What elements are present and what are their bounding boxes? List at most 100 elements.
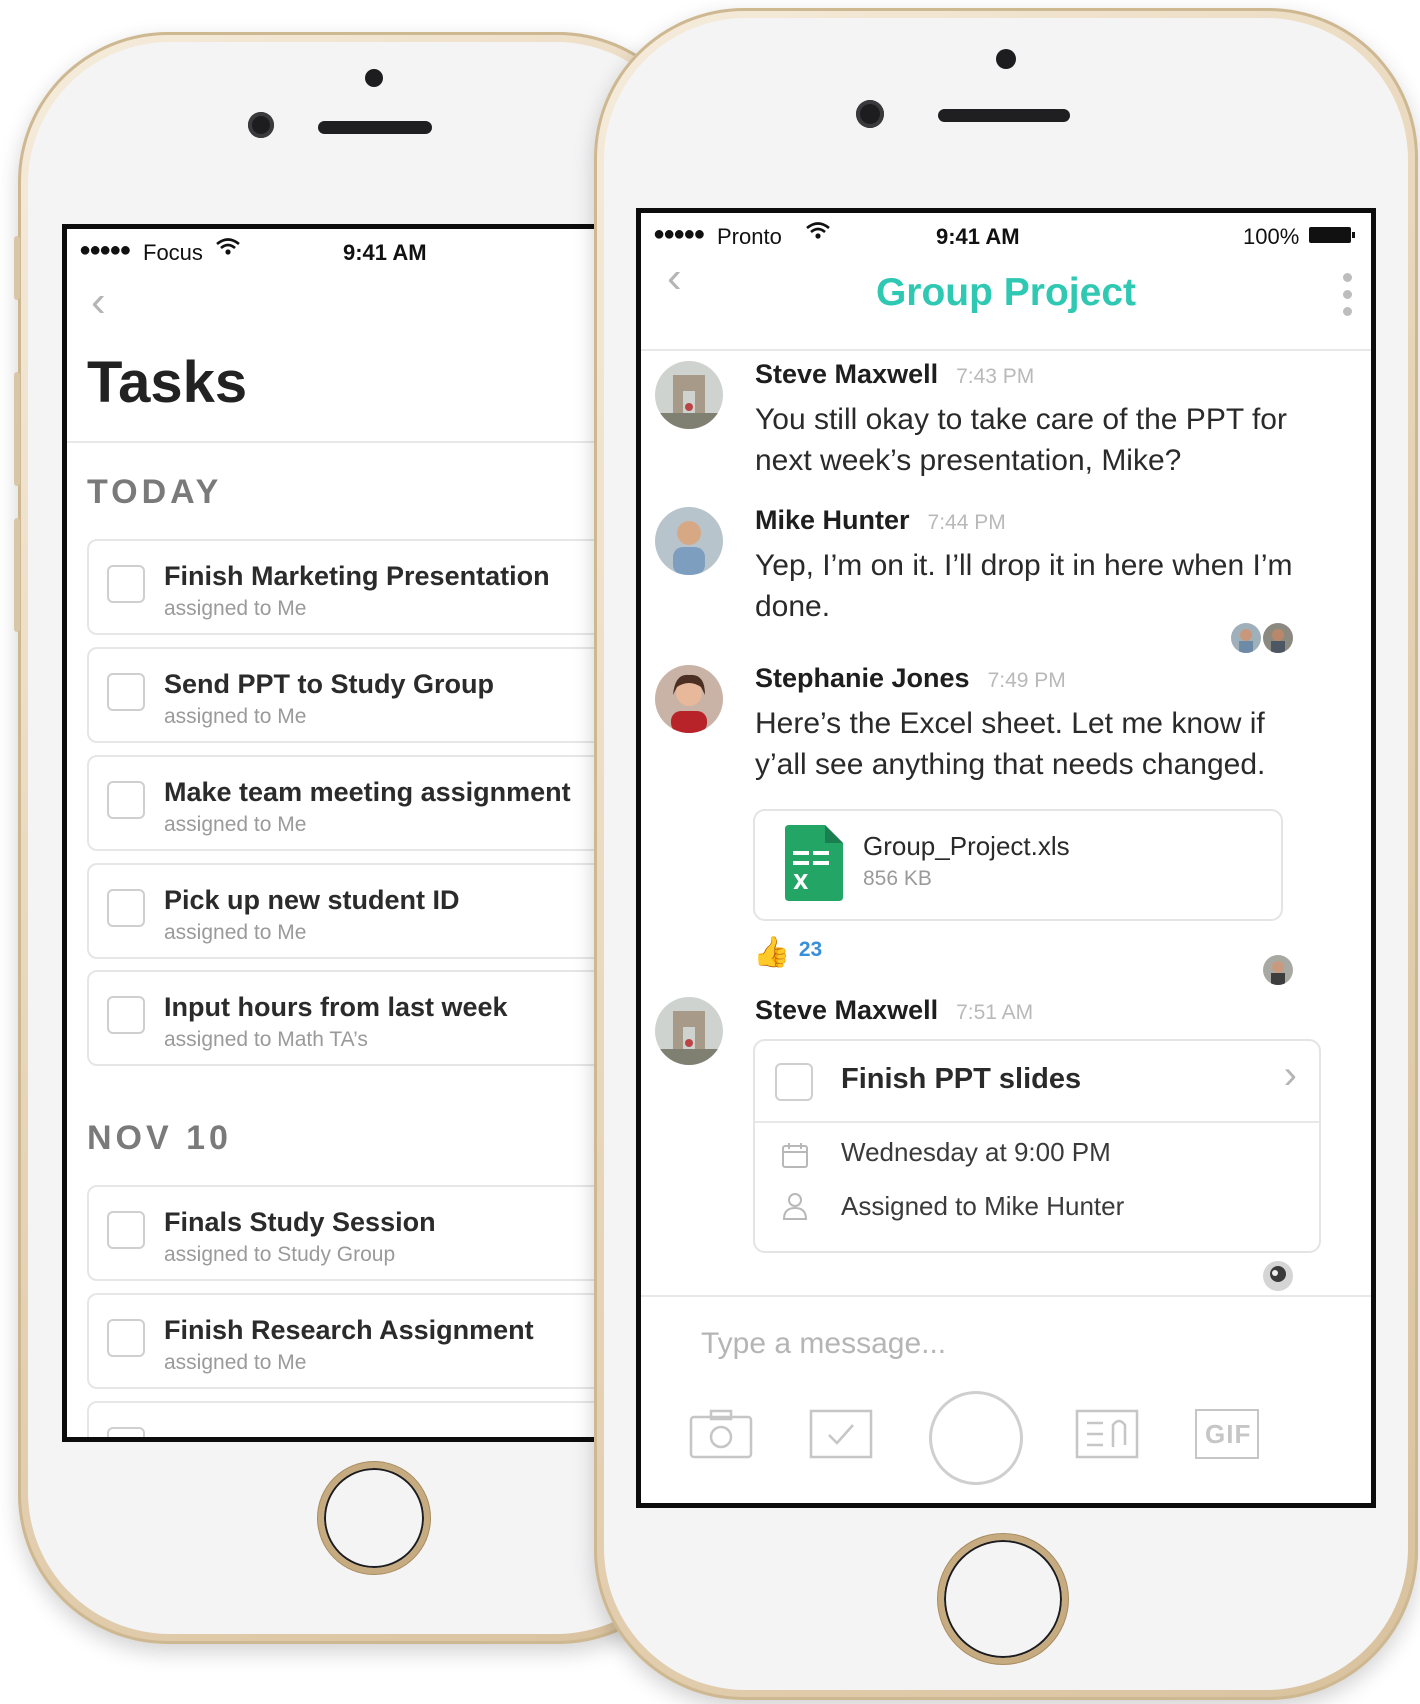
task-item-partial[interactable]: [87, 1401, 607, 1437]
task-assignee: assigned to Me: [164, 921, 307, 944]
chat-screen: ●●●●● Pronto 9:41 AM 100% ‹ Group Projec…: [636, 208, 1376, 1508]
task-title: Input hours from last week: [164, 992, 508, 1022]
task-title: Pick up new student ID: [164, 885, 460, 915]
spreadsheet-file-icon: X: [785, 825, 843, 901]
task-title: Finals Study Session: [164, 1207, 436, 1237]
task-item[interactable]: Pick up new student ID assigned to Me: [87, 863, 607, 959]
task-checkbox[interactable]: [107, 673, 145, 711]
task-checkbox[interactable]: [107, 565, 145, 603]
message-input[interactable]: Type a message...: [701, 1327, 946, 1361]
message-time: 7:44 PM: [927, 511, 1006, 534]
read-receipt-avatar: [1263, 1261, 1293, 1291]
mute-switch[interactable]: [14, 236, 20, 300]
task-assignee: assigned to Me: [164, 597, 307, 620]
task-assignee: assigned to Me: [164, 705, 307, 728]
task-title: Finish Marketing Presentation: [164, 561, 550, 591]
attachment-icon[interactable]: [1075, 1409, 1139, 1459]
avatar[interactable]: [655, 361, 723, 429]
reaction-count: 23: [798, 938, 823, 961]
gif-label: GIF: [1205, 1419, 1252, 1449]
task-divider: [755, 1121, 1319, 1123]
signal-strength: ●●●●●: [79, 239, 131, 261]
sender-name: Steve Maxwell: [755, 359, 939, 389]
svg-text:X: X: [793, 870, 809, 894]
task-checkbox[interactable]: [107, 1427, 145, 1437]
task-assignee: assigned to Me: [164, 1351, 307, 1374]
task-checkbox[interactable]: [775, 1063, 813, 1101]
home-button[interactable]: [318, 1462, 430, 1574]
conversation-title: Group Project: [875, 271, 1137, 314]
message-text: You still okay to take care of the PPT f…: [755, 403, 1287, 477]
task-assignee: assigned to Me: [164, 813, 307, 836]
avatar[interactable]: [655, 997, 723, 1065]
task-item[interactable]: Finish Marketing Presentation assigned t…: [87, 539, 607, 635]
attachment-name: Group_Project.xls: [863, 831, 1070, 861]
shared-task-card[interactable]: Finish PPT slides › Wednesday at 9:00 PM…: [753, 1039, 1321, 1253]
status-bar: ●●●●● Focus 9:41 AM: [67, 229, 607, 273]
avatar[interactable]: [655, 507, 723, 575]
header-divider: [641, 349, 1371, 351]
message-text: Here’s the Excel sheet. Let me know if y…: [755, 707, 1266, 781]
task-assignee: assigned to Math TA’s: [164, 1028, 368, 1051]
message-time: 7:49 PM: [987, 669, 1066, 692]
home-button[interactable]: [938, 1534, 1068, 1664]
chevron-right-icon[interactable]: ›: [1284, 1053, 1297, 1098]
reaction-badge[interactable]: 👍 23: [753, 935, 822, 975]
front-camera: [248, 112, 274, 138]
task-item[interactable]: Input hours from last week assigned to M…: [87, 970, 607, 1066]
read-receipt-avatar: [1263, 623, 1293, 653]
tasks-screen: ●●●●● Focus 9:41 AM ‹ Tasks TODAY Finish…: [62, 224, 612, 1442]
back-chevron-icon[interactable]: ‹: [91, 277, 106, 327]
volume-down-button[interactable]: [14, 518, 20, 632]
battery-icon: [1309, 227, 1351, 243]
task-checkbox[interactable]: [107, 889, 145, 927]
more-options-icon[interactable]: [1343, 273, 1353, 324]
section-heading-today: TODAY: [87, 473, 223, 511]
attachment-size: 856 KB: [863, 867, 932, 890]
read-receipt-avatar: [1231, 623, 1261, 653]
message-sender: Steve Maxwell 7:51 AM: [755, 995, 1033, 1026]
task-assignee: assigned to Study Group: [164, 1243, 396, 1266]
calendar-icon: [782, 1143, 808, 1168]
proximity-sensor: [996, 49, 1016, 69]
task-due-date: Wednesday at 9:00 PM: [841, 1137, 1111, 1167]
section-heading-nov-10: NOV 10: [87, 1119, 232, 1157]
sender-name: Steve Maxwell: [755, 995, 939, 1025]
task-item[interactable]: Make team meeting assignment assigned to…: [87, 755, 607, 851]
task-checkbox-icon[interactable]: [809, 1409, 873, 1459]
battery-percent: 100%: [1243, 224, 1300, 249]
file-attachment[interactable]: X Group_Project.xls 856 KB: [753, 809, 1283, 921]
carrier-name: Focus: [143, 240, 203, 265]
page-title: Tasks: [87, 350, 248, 415]
proximity-sensor: [365, 69, 383, 87]
earpiece-speaker: [318, 121, 432, 134]
task-checkbox[interactable]: [107, 1319, 145, 1357]
carrier-name: Pronto: [717, 224, 782, 249]
task-title: Make team meeting assignment: [164, 777, 571, 807]
task-title: Finish PPT slides: [841, 1063, 1082, 1095]
task-checkbox[interactable]: [107, 996, 145, 1034]
status-bar: ●●●●● Pronto 9:41 AM 100%: [641, 213, 1371, 257]
battery-cap: [1352, 232, 1355, 238]
sender-name: Stephanie Jones: [755, 663, 970, 693]
task-item[interactable]: Finals Study Session assigned to Study G…: [87, 1185, 607, 1281]
header-divider: [67, 441, 607, 443]
task-checkbox[interactable]: [107, 781, 145, 819]
record-button[interactable]: [929, 1391, 1023, 1485]
gif-button[interactable]: GIF: [1195, 1409, 1259, 1459]
status-time: 9:41 AM: [343, 240, 427, 265]
task-item[interactable]: Send PPT to Study Group assigned to Me: [87, 647, 607, 743]
composer-divider: [641, 1295, 1371, 1297]
task-checkbox[interactable]: [107, 1211, 145, 1249]
camera-icon[interactable]: [689, 1409, 753, 1459]
task-title: Send PPT to Study Group: [164, 669, 494, 699]
message-sender: Stephanie Jones 7:49 PM: [755, 663, 1066, 694]
wifi-icon: [216, 238, 240, 255]
task-item[interactable]: Finish Research Assignment assigned to M…: [87, 1293, 607, 1389]
message-time: 7:51 AM: [956, 1001, 1034, 1024]
wifi-icon: [806, 222, 830, 239]
avatar[interactable]: [655, 665, 723, 733]
task-title: Finish Research Assignment: [164, 1315, 534, 1345]
sender-name: Mike Hunter: [755, 505, 910, 535]
volume-up-button[interactable]: [14, 372, 20, 486]
